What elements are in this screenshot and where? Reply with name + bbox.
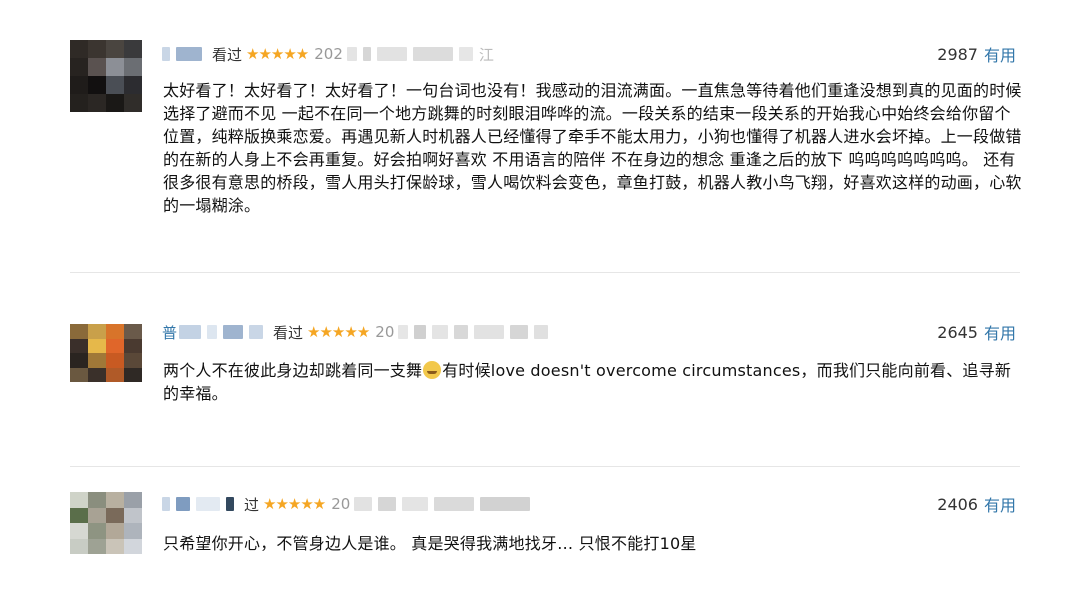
review-date: 20: [375, 323, 395, 341]
review-content: 两个人不在彼此身边却跳着同一支舞 有时候love doesn't overcome…: [163, 359, 1023, 405]
username-blur[interactable]: [179, 325, 202, 339]
watched-label: 看过: [273, 323, 304, 342]
date-blur: [354, 497, 373, 511]
username-blur[interactable]: [176, 47, 202, 61]
vote-count: 2645: [937, 322, 978, 342]
username-blur[interactable]: [249, 325, 264, 339]
watched-label: 过: [244, 495, 260, 514]
review-meta: 看过 ★★★★★ 202 江: [162, 40, 498, 68]
rating-stars-icon: ★★★★★: [307, 323, 370, 341]
date-blur: [432, 325, 449, 339]
divider: [70, 466, 1020, 467]
rating-stars-icon: ★★★★★: [263, 495, 326, 513]
useful-button[interactable]: 有用: [984, 42, 1016, 66]
vote-box: 2406 有用: [937, 490, 1016, 518]
rating-stars-icon: ★★★★★: [246, 45, 309, 63]
vote-count: 2987: [937, 44, 978, 64]
username-blur[interactable]: [176, 497, 190, 511]
divider: [70, 272, 1020, 273]
vote-box: 2987 有用: [937, 40, 1016, 68]
date-blur: [398, 325, 409, 339]
date-blur: [454, 325, 469, 339]
review-text: 两个人不在彼此身边却跳着同一支舞: [163, 361, 423, 380]
vote-count: 2406: [937, 494, 978, 514]
date-blur: [534, 325, 549, 339]
date-blur: [376, 47, 407, 61]
vote-box: 2645 有用: [937, 318, 1016, 346]
review-content: 太好看了！太好看了！太好看了！一句台词也没有！我感动的泪流满面。一直焦急等待着他…: [163, 81, 1022, 215]
date-blur: [346, 47, 357, 61]
review-meta: 过 ★★★★★ 20: [162, 490, 536, 518]
useful-button[interactable]: 有用: [984, 492, 1016, 516]
date-blur: [480, 497, 531, 511]
date-blur: [474, 325, 505, 339]
date-blur: [414, 325, 427, 339]
useful-button[interactable]: 有用: [984, 320, 1016, 344]
review-content: 只希望你开心，不管身边人是谁。 真是哭得我满地找牙… 只恨不能打10星: [163, 534, 697, 553]
username-blur[interactable]: [207, 325, 218, 339]
username-blur[interactable]: [196, 497, 220, 511]
review-date: 202: [314, 45, 343, 63]
username-blur[interactable]: [162, 497, 170, 511]
date-blur: [378, 497, 397, 511]
username-blur[interactable]: [162, 47, 170, 61]
review-date: 20: [331, 495, 351, 513]
watched-label: 看过: [212, 45, 243, 64]
avatar[interactable]: [70, 40, 142, 112]
date-blur: [434, 497, 475, 511]
username-blur[interactable]: [223, 325, 244, 339]
date-blur: [510, 325, 529, 339]
avatar[interactable]: [70, 324, 142, 382]
date-blur: [362, 47, 371, 61]
date-blur: [458, 47, 473, 61]
crying-face-emoji-icon: [423, 361, 442, 379]
username-blur[interactable]: [226, 497, 234, 511]
date-blur: [402, 497, 429, 511]
review-location: 江: [478, 45, 494, 64]
date-blur: [412, 47, 453, 61]
avatar[interactable]: [70, 492, 142, 554]
review-meta: 普 看过 ★★★★★ 20: [162, 318, 554, 346]
username[interactable]: 普: [162, 322, 177, 343]
